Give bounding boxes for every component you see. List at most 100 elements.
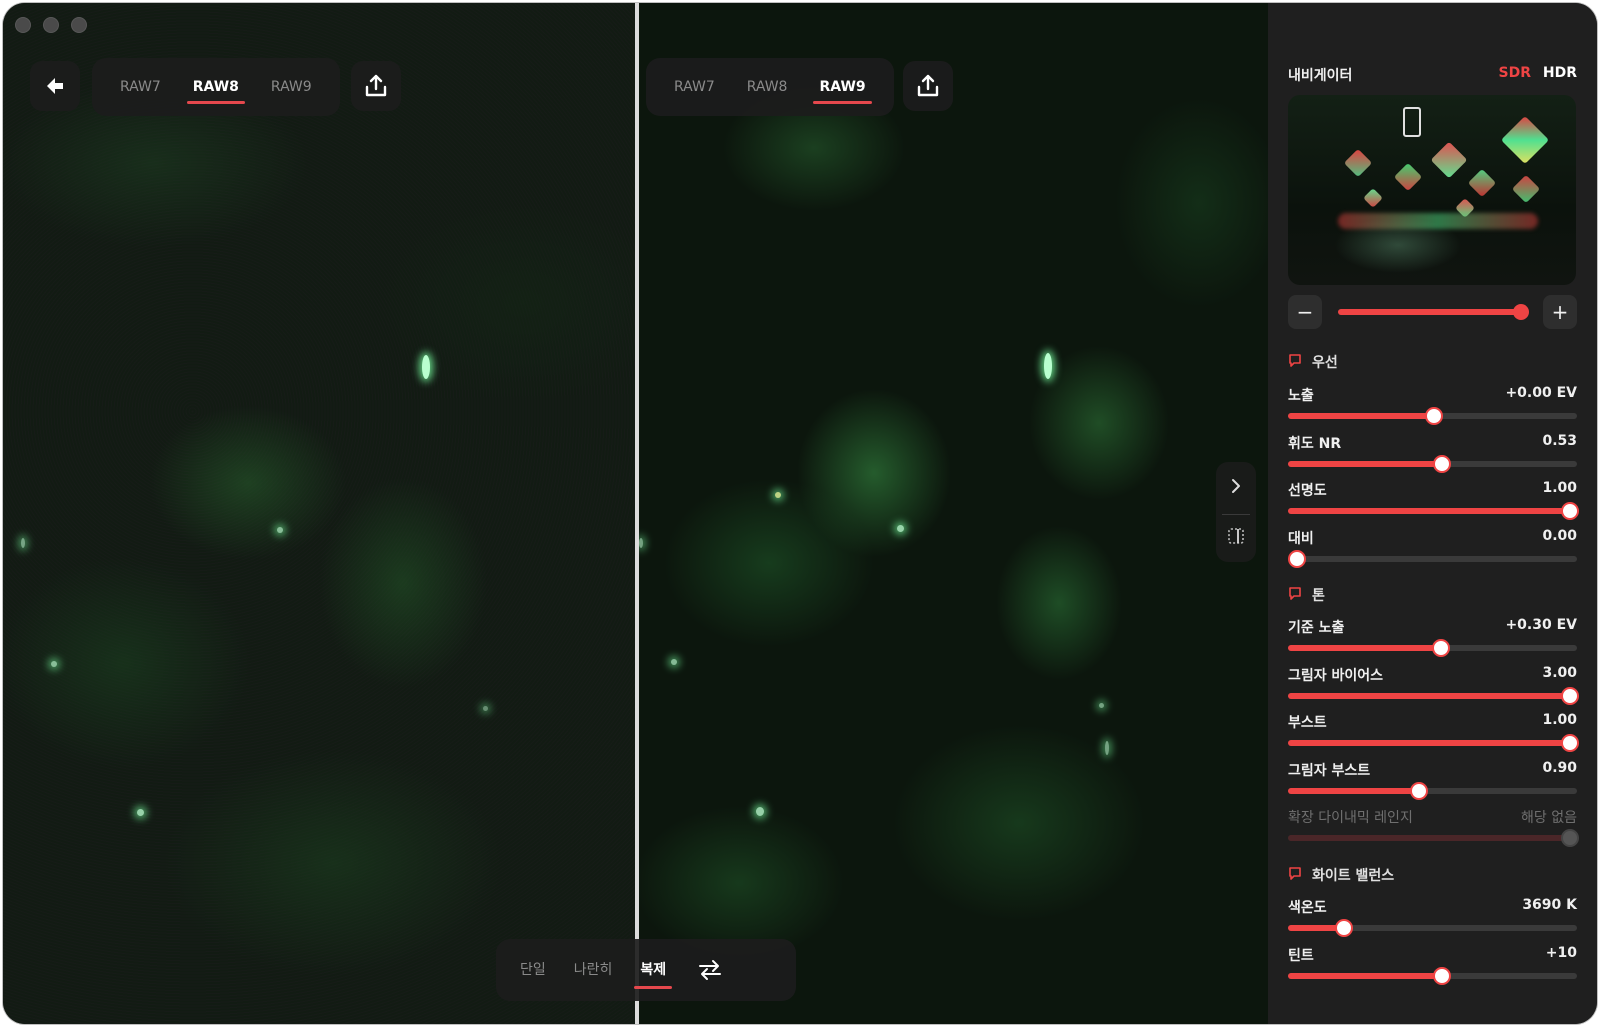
firefly-glow: [1105, 741, 1109, 755]
firefly-glow: [897, 525, 904, 532]
slider-row: 그림자 바이어스 3.00: [1288, 665, 1579, 709]
zoom-out-button[interactable]: −: [1288, 295, 1322, 329]
slider-row: 색온도 3690 K: [1288, 897, 1577, 941]
slider-knob[interactable]: [1561, 686, 1579, 705]
slider-track[interactable]: [1288, 966, 1577, 985]
right-version-tabs: RAW7 RAW8 RAW9: [646, 58, 894, 116]
slider-row: 그림자 부스트 0.90: [1288, 760, 1577, 804]
slider-value[interactable]: 1.00: [1542, 712, 1577, 728]
slider-row: 기준 노출 +0.30 EV: [1288, 617, 1577, 661]
swap-button[interactable]: [686, 950, 734, 990]
slider-fill: [1288, 740, 1577, 746]
slider-fill: [1288, 692, 1577, 699]
mode-side-by-side[interactable]: 나란히: [560, 939, 627, 1001]
slider-value[interactable]: 해당 없음: [1521, 807, 1577, 827]
chevron-right-icon[interactable]: [1228, 476, 1244, 496]
left-tab-raw7[interactable]: RAW7: [106, 58, 175, 116]
slider-knob[interactable]: [1431, 639, 1450, 657]
slider-label: 선명도: [1288, 483, 1327, 499]
section-white-balance[interactable]: 화이트 밸런스: [1288, 865, 1577, 885]
slider-track[interactable]: [1288, 734, 1579, 752]
toggle-separator: [1222, 514, 1250, 515]
share-upload-icon: [917, 74, 939, 97]
slider-value[interactable]: 0.90: [1542, 760, 1577, 776]
slider-knob[interactable]: [1410, 781, 1429, 800]
slider-track[interactable]: [1288, 454, 1577, 473]
slider-value[interactable]: 3690 K: [1522, 897, 1577, 913]
thumb-lantern: [1343, 148, 1373, 178]
slider-knob[interactable]: [1433, 454, 1452, 473]
navigator-thumbnail[interactable]: [1288, 95, 1576, 285]
slider-label: 그림자 부스트: [1288, 762, 1371, 779]
slider-row: 노출 +0.00 EV: [1288, 385, 1577, 429]
slider-fill: [1288, 835, 1577, 841]
section-tone[interactable]: 톤: [1288, 585, 1577, 605]
left-tab-raw9[interactable]: RAW9: [257, 58, 326, 116]
slider-label: 부스트: [1288, 715, 1327, 731]
slider-value[interactable]: 3.00: [1542, 665, 1577, 681]
slider-value[interactable]: 1.00: [1542, 480, 1577, 496]
slider-track[interactable]: [1288, 686, 1579, 705]
slider-value[interactable]: +10: [1546, 945, 1577, 961]
navigator-header: 내비게이터 SDR HDR: [1288, 65, 1577, 85]
slider-row: 휘도 NR 0.53: [1288, 433, 1577, 477]
zoom-slider[interactable]: [1338, 304, 1530, 320]
left-image-view[interactable]: [3, 3, 635, 1024]
mode-single[interactable]: 단일: [506, 939, 560, 1001]
slider-knob[interactable]: [1288, 549, 1306, 568]
slider-track[interactable]: [1288, 639, 1577, 657]
slider-fill: [1288, 645, 1440, 651]
slider-track[interactable]: [1288, 502, 1579, 520]
section-icon: [1288, 354, 1302, 367]
arrow-left-icon: [47, 78, 63, 94]
firefly-glow: [756, 807, 764, 816]
slider-knob[interactable]: [1433, 966, 1452, 985]
thumb-lantern: [1363, 188, 1383, 208]
slider-knob[interactable]: [1561, 734, 1579, 752]
zoom-slider-knob[interactable]: [1513, 304, 1530, 320]
slider-track[interactable]: [1288, 919, 1577, 937]
right-image-view[interactable]: [639, 3, 1271, 1024]
slider-fill: [1288, 787, 1419, 794]
viewport-indicator[interactable]: [1403, 107, 1421, 137]
minimize-window-button[interactable]: [43, 17, 59, 33]
slider-track[interactable]: [1288, 549, 1577, 568]
left-tab-raw8[interactable]: RAW8: [179, 58, 253, 116]
right-export-button[interactable]: [903, 61, 953, 111]
right-tab-raw7[interactable]: RAW7: [660, 58, 729, 116]
sdr-toggle[interactable]: SDR: [1499, 65, 1531, 81]
slider-value[interactable]: 0.00: [1542, 528, 1577, 544]
app-window: RAW7 RAW8 RAW9 RAW7 RAW8 RAW9 단일 나란히 복제 …: [3, 3, 1597, 1024]
thumb-lantern: [1467, 168, 1497, 198]
firefly-glow: [422, 355, 430, 379]
hdr-toggle[interactable]: HDR: [1543, 65, 1577, 81]
slider-knob[interactable]: [1334, 919, 1353, 937]
close-window-button[interactable]: [15, 17, 31, 33]
firefly-glow: [639, 538, 643, 548]
section-icon: [1288, 587, 1302, 600]
firefly-glow: [775, 492, 781, 498]
slider-track[interactable]: [1288, 781, 1577, 800]
firefly-glow: [483, 706, 488, 711]
back-button[interactable]: [30, 61, 80, 111]
slider-fill: [1288, 508, 1577, 514]
slider-fill: [1288, 460, 1442, 467]
mode-duplicate[interactable]: 복제: [626, 939, 680, 1001]
slider-knob[interactable]: [1424, 407, 1443, 425]
thumb-lantern-row: [1338, 213, 1538, 229]
slider-value[interactable]: 0.53: [1542, 433, 1577, 449]
split-divider[interactable]: [635, 3, 639, 1024]
zoom-window-button[interactable]: [71, 17, 87, 33]
zoom-in-button[interactable]: +: [1543, 295, 1577, 329]
right-tab-raw9[interactable]: RAW9: [805, 58, 879, 116]
slider-value[interactable]: +0.30 EV: [1505, 617, 1577, 633]
right-tab-raw8[interactable]: RAW8: [733, 58, 802, 116]
slider-value[interactable]: +0.00 EV: [1505, 385, 1577, 401]
slider-label: 대비: [1288, 530, 1314, 547]
left-export-button[interactable]: [351, 61, 401, 111]
section-priority[interactable]: 우선: [1288, 352, 1577, 372]
slider-track[interactable]: [1288, 407, 1577, 425]
split-view-icon[interactable]: [1226, 526, 1246, 546]
slider-track: [1288, 829, 1579, 847]
slider-knob[interactable]: [1561, 502, 1579, 520]
